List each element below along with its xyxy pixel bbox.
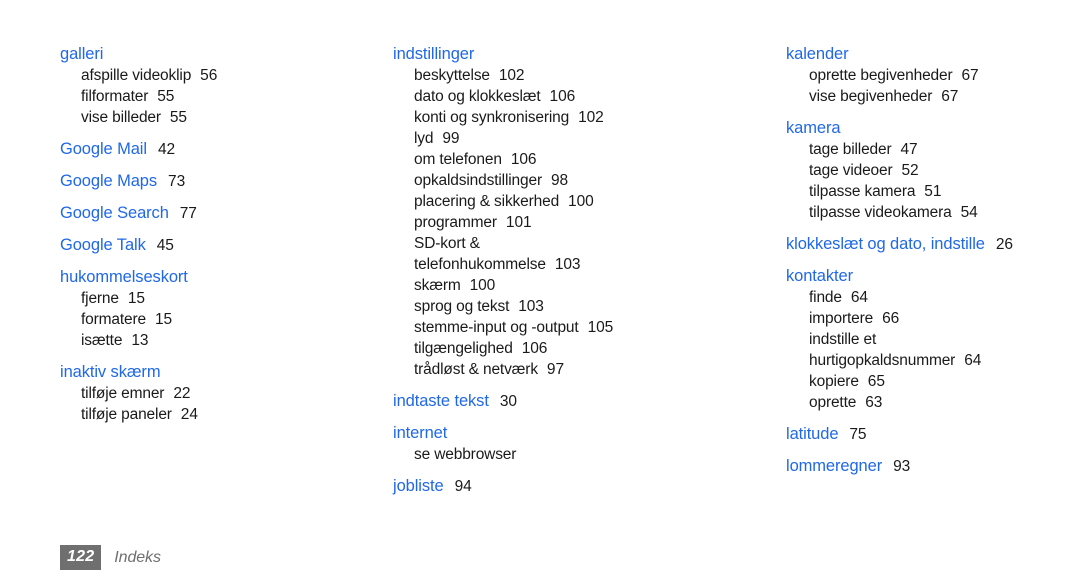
index-entry-page-number: 67 <box>961 67 979 84</box>
footer-section-label: Indeks <box>114 548 161 566</box>
index-entry-page-number: 26 <box>995 236 1013 253</box>
index-entry-label: lommeregner <box>786 457 883 475</box>
index-subentry: kopiere 65 <box>786 371 885 392</box>
index-subentry: vise begivenheder 67 <box>786 86 958 107</box>
index-entry-label: kamera <box>786 119 841 137</box>
index-entry-page-number: 63 <box>865 394 883 411</box>
index-entry-label: finde <box>809 289 842 306</box>
index-subentry: oprette 63 <box>786 392 882 413</box>
index-page: galleri afspille videoklip 56 filformater 55… <box>0 0 1080 586</box>
index-subentry: tilpasse kamera 51 <box>786 181 941 202</box>
page-footer: 122 Indeks <box>60 545 161 570</box>
index-entry-label: oprette begivenheder <box>809 67 953 84</box>
index-entry-page-number: 52 <box>901 162 919 179</box>
index-entry-label: tage videoer <box>809 162 893 179</box>
index-entry-label: latitude <box>786 425 839 443</box>
index-subentry: importere 66 <box>786 308 899 329</box>
index-entry-page-number: 94 <box>454 478 472 495</box>
index-entry-label: kopiere <box>809 373 859 390</box>
index-entry-page-number: 54 <box>960 204 978 221</box>
index-subentry: tilpasse videokamera 54 <box>786 202 978 223</box>
index-entry-label: klokkeslæt og dato, indstille <box>786 235 985 253</box>
index-entry-page-number: 65 <box>867 373 885 390</box>
index-subentry: oprette begivenheder 67 <box>786 65 979 86</box>
index-entry-page-number: 93 <box>893 458 911 475</box>
index-entry-page-number: 64 <box>964 352 982 369</box>
index-entry-label: kontakter <box>786 267 853 285</box>
index-column-3: kalender oprette begivenheder 67 vise begiv… <box>64 44 1013 477</box>
index-entry-label: tage billeder <box>809 141 892 158</box>
index-entry-label: tilpasse videokamera <box>809 204 952 221</box>
index-entry-label: kalender <box>786 45 849 63</box>
index-entry-label: oprette <box>809 394 857 411</box>
index-columns: galleri afspille videoklip 56 filformater 55… <box>0 44 1080 497</box>
index-entry-label: vise begivenheder <box>809 88 933 105</box>
index-subentry: tage billeder 47 <box>786 139 918 160</box>
index-entry-label: importere <box>809 310 874 327</box>
folio-number: 122 <box>60 545 102 570</box>
index-entry-page-number: 51 <box>924 183 942 200</box>
index-entry-page-number: 47 <box>900 141 918 158</box>
index-subentry: tage videoer 52 <box>786 160 919 181</box>
index-subentry: finde 64 <box>786 287 868 308</box>
index-entry-label: tilpasse kamera <box>809 183 916 200</box>
index-entry-label: indstille et <box>809 331 877 348</box>
index-entry-label: jobliste <box>393 477 444 495</box>
index-entry-page-number: 66 <box>882 310 900 327</box>
index-entry-page-number: 64 <box>850 289 868 306</box>
index-entry-label: hurtigopkaldsnummer <box>809 352 956 369</box>
index-entry-page-number: 67 <box>941 88 959 105</box>
index-subentry: hurtigopkaldsnummer 64 <box>786 350 981 371</box>
index-entry-page-number: 75 <box>849 426 867 443</box>
index-subentry: indstille et <box>786 329 876 350</box>
